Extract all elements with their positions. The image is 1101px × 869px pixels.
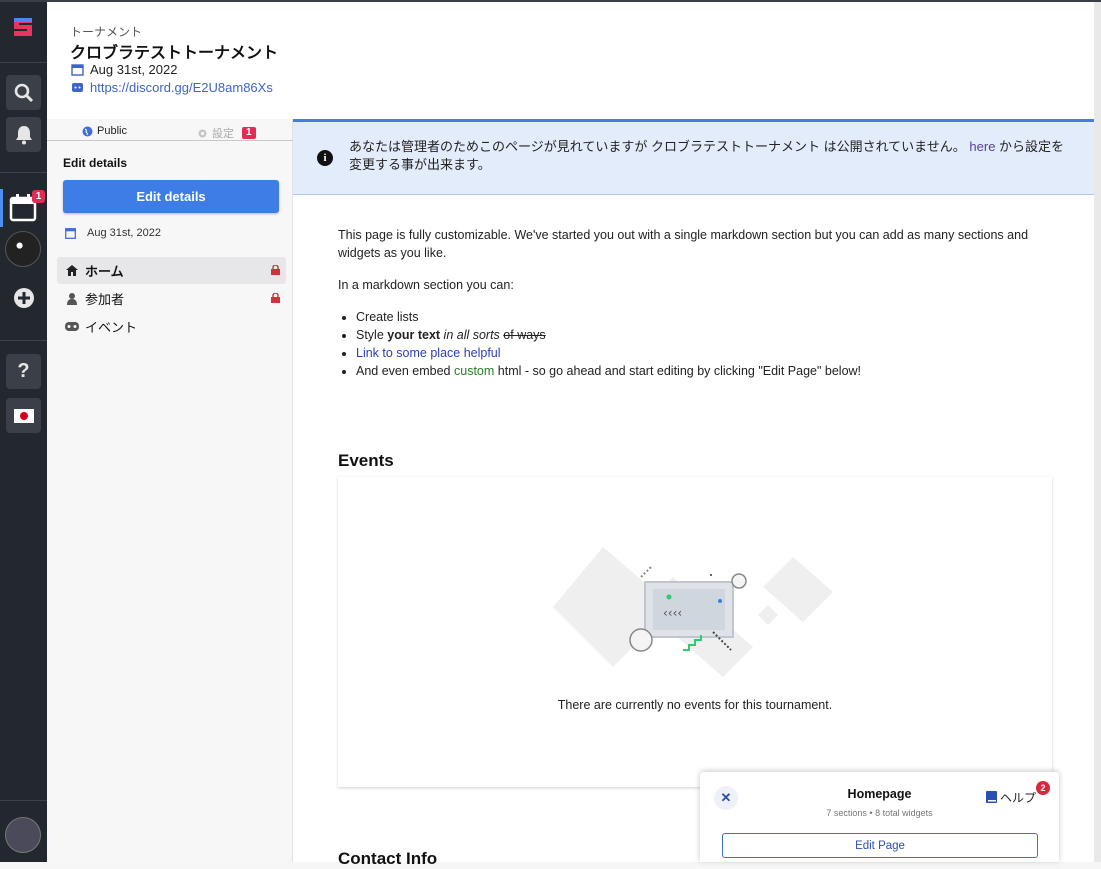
- gear-icon: [198, 129, 207, 137]
- admin-notice-banner: i あなたは管理者のためこのページが見れていますが クロブラテストトーナメント …: [293, 119, 1094, 195]
- rail-divider: [0, 340, 47, 341]
- settings-badge: 1: [242, 127, 256, 139]
- side-date: Aug 31st, 2022: [87, 227, 162, 239]
- selected-indicator: [0, 189, 3, 227]
- page-kind: トーナメント: [70, 25, 143, 39]
- rail-divider: [0, 172, 47, 173]
- list-item: Create lists: [356, 308, 1058, 326]
- side-tabs: Public 設定 1: [47, 119, 293, 141]
- events-heading: Events: [338, 451, 394, 470]
- tab-public-label: Public: [97, 125, 127, 137]
- plus-circle-icon: [13, 287, 34, 308]
- search-button[interactable]: [6, 75, 41, 110]
- sidebar-item-events[interactable]: イベント: [57, 313, 286, 340]
- tab-settings-label: 設定: [212, 128, 234, 140]
- sidebar-item-label: ホーム: [85, 264, 124, 279]
- lock-icon: [271, 293, 280, 303]
- markdown-section: This page is fully customizable. We've s…: [338, 226, 1058, 380]
- add-button[interactable]: [6, 280, 41, 315]
- rail-divider: [0, 62, 47, 63]
- svg-text:‹‹‹‹: ‹‹‹‹: [663, 606, 682, 620]
- widget-subtitle: 7 sections • 8 total widgets: [826, 808, 933, 818]
- page-scrollbar[interactable]: [1094, 2, 1101, 862]
- empty-events-illustration: ‹‹‹‹: [553, 547, 833, 677]
- calendar-icon: [71, 64, 84, 76]
- discord-link[interactable]: https://discord.gg/E2U8am86Xs: [90, 80, 273, 95]
- tab-settings[interactable]: 設定 1: [197, 125, 256, 141]
- bell-icon: [15, 125, 32, 144]
- tournament-avatar[interactable]: [5, 231, 41, 267]
- help-button[interactable]: ?: [6, 354, 41, 389]
- helpful-link[interactable]: Link to some place helpful: [356, 346, 501, 360]
- list-item-text: html - so go ahead and start editing by …: [494, 364, 862, 378]
- sidebar-item-label: イベント: [85, 320, 138, 335]
- notice-text: あなたは管理者のためこのページが見れていますが クロブラテストトーナメント は公…: [349, 139, 970, 154]
- edit-page-button[interactable]: Edit Page: [722, 833, 1038, 858]
- main-content: i あなたは管理者のためこのページが見れていますが クロブラテストトーナメント …: [293, 119, 1094, 868]
- intro-paragraph: This page is fully customizable. We've s…: [338, 228, 1029, 260]
- user-icon: [65, 292, 79, 305]
- bold-text: your text: [387, 328, 441, 342]
- side-panel: Public 設定 1 Edit details Edit details Au…: [47, 119, 293, 862]
- settings-link[interactable]: here: [969, 139, 995, 154]
- home-icon: [65, 265, 79, 276]
- notifications-button[interactable]: [6, 117, 41, 152]
- rail-divider: [0, 800, 47, 801]
- app-rail: 1 ?: [0, 2, 47, 862]
- edit-details-button[interactable]: Edit details: [63, 180, 279, 213]
- list-item: Link to some place helpful: [356, 344, 1058, 362]
- book-icon: [986, 791, 997, 803]
- tab-public[interactable]: Public: [82, 125, 127, 137]
- help-badge: 2: [1036, 781, 1050, 795]
- contact-heading: Contact Info: [338, 849, 438, 868]
- list-item-text: Create lists: [356, 310, 419, 324]
- help-button[interactable]: ヘルプ 2: [986, 781, 1050, 807]
- list-item: Style your text in all sorts of ways: [356, 326, 1058, 344]
- sidebar-item-home[interactable]: ホーム: [57, 257, 286, 284]
- sidebar-item-participants[interactable]: 参加者: [57, 285, 286, 312]
- user-avatar[interactable]: [5, 817, 41, 853]
- italic-text: in all sorts: [440, 328, 500, 342]
- gamepad-icon: [65, 322, 79, 331]
- language-button[interactable]: [6, 398, 41, 433]
- help-label: ヘルプ: [1000, 790, 1037, 805]
- sidebar-item-label: 参加者: [85, 292, 125, 307]
- page-editor-widget: ✕ Homepage 7 sections • 8 total widgets …: [700, 772, 1059, 862]
- globe-icon: [82, 126, 93, 136]
- list-item: And even embed custom html - so go ahead…: [356, 362, 1058, 380]
- edit-details-heading: Edit details: [63, 156, 128, 170]
- tournament-badge: 1: [32, 190, 45, 203]
- list-item-text: Style: [356, 328, 388, 342]
- events-card: ‹‹‹‹ There are currently no events for t…: [338, 477, 1052, 787]
- calendar-icon: [65, 228, 76, 239]
- page-title: クロブラテストトーナメント: [70, 45, 279, 62]
- app-logo-icon[interactable]: [10, 14, 36, 40]
- strike-text: of ways: [503, 328, 546, 342]
- feature-list: Create lists Style your text in all sort…: [356, 308, 1058, 380]
- list-item-text: And even embed: [356, 364, 454, 378]
- page-header: トーナメント クロブラテストトーナメント Aug 31st, 2022 http…: [47, 2, 1101, 119]
- no-events-message: There are currently no events for this t…: [557, 698, 833, 712]
- info-icon: i: [317, 150, 333, 166]
- lock-icon: [271, 265, 280, 275]
- lead-paragraph: In a markdown section you can:: [338, 278, 514, 292]
- search-icon: [14, 83, 33, 102]
- japan-flag-icon: [13, 408, 34, 423]
- admin-notice-text: あなたは管理者のためこのページが見れていますが クロブラテストトーナメント は公…: [349, 138, 1069, 174]
- question-icon: ?: [17, 360, 30, 382]
- event-date: Aug 31st, 2022: [90, 62, 178, 77]
- discord-icon: [72, 83, 83, 92]
- custom-text: custom: [454, 364, 495, 378]
